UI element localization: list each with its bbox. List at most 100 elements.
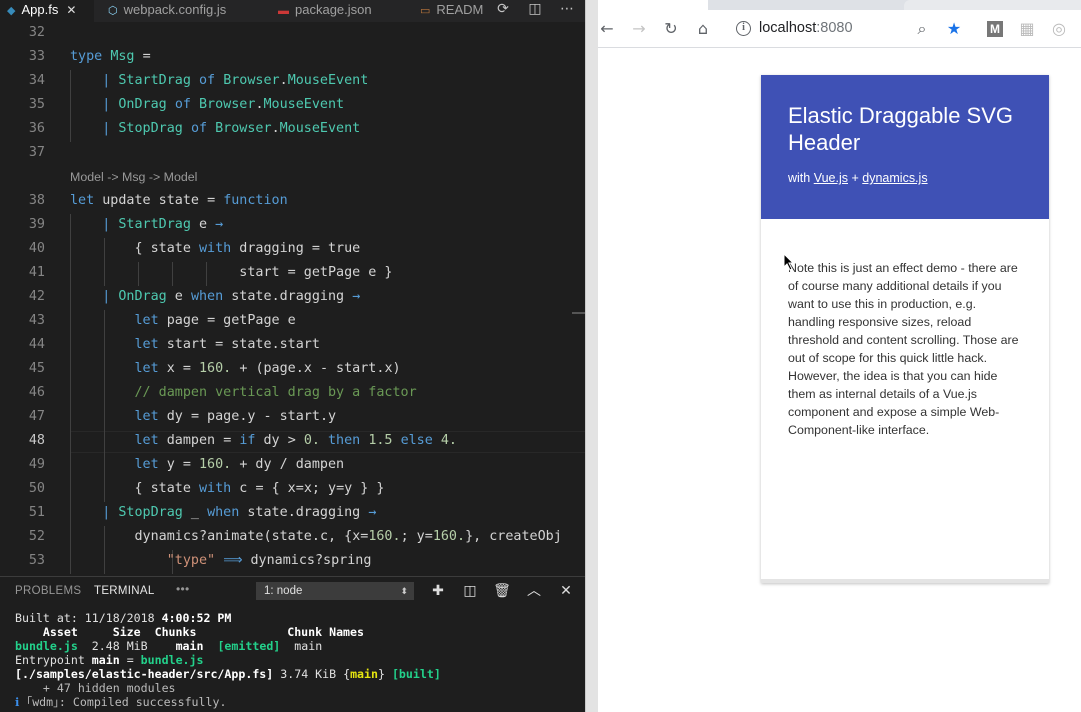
- browser-tab-strip: [598, 0, 1081, 10]
- tab-label: READM: [436, 2, 484, 17]
- terminal-line: bundle.js 2.48 MiB main [emitted] main: [15, 639, 585, 653]
- close-icon[interactable]: ✕: [66, 1, 76, 20]
- tab-problems[interactable]: PROBLEMS: [15, 585, 81, 597]
- terminal-line: Built at: 11/18/2018 4:00:52 PM: [15, 611, 585, 625]
- line-number: 37: [28, 145, 45, 160]
- line-number: 39: [28, 217, 45, 232]
- site-info-icon[interactable]: i: [736, 21, 751, 36]
- code-line: | OnDrag of Browser.MouseEvent: [102, 97, 345, 112]
- dynamicsjs-link[interactable]: dynamics.js: [862, 171, 927, 185]
- line-number: 47: [28, 409, 45, 424]
- open-changes-icon[interactable]: ⟳: [492, 0, 514, 20]
- terminal-text: [./samples/elastic-header/src/App.fs]: [15, 667, 274, 681]
- note-paragraph: Note this is just an effect demo - there…: [788, 261, 1019, 437]
- tab-webpack-config[interactable]: ⬡ webpack.config.js: [94, 0, 264, 22]
- add-terminal-icon[interactable]: ✚: [428, 581, 448, 601]
- code-line: | StopDrag _ when state.dragging →: [102, 505, 377, 520]
- line-number: 53: [28, 553, 45, 568]
- browser-tab-active[interactable]: [598, 0, 708, 10]
- code-line: | StartDrag of Browser.MouseEvent: [102, 73, 369, 88]
- terminal-select[interactable]: 1: node ⬍: [256, 582, 414, 600]
- extension-target-icon[interactable]: ◎: [1048, 18, 1070, 40]
- scrollbar-marker[interactable]: [572, 312, 585, 314]
- code-line: let start = state.start: [134, 337, 320, 352]
- terminal-text: ｢wdm｣: Compiled successfully.: [26, 695, 227, 709]
- extension-m-icon[interactable]: M: [984, 18, 1006, 40]
- forward-icon[interactable]: →: [628, 18, 650, 40]
- code-line: // dampen vertical drag by a factor: [70, 385, 417, 400]
- address-bar[interactable]: localhost:8080: [759, 20, 853, 36]
- line-number: 45: [28, 361, 45, 376]
- trash-icon[interactable]: 🗑: [492, 581, 512, 601]
- code-line: let update state = function: [70, 193, 288, 208]
- code-area[interactable]: 32 33 type Msg = 34 | StartDrag of Browser.…: [0, 22, 585, 574]
- terminal-text: bundle.js: [140, 653, 204, 667]
- split-editor-icon[interactable]: ◫: [524, 0, 546, 20]
- bookmark-star-icon[interactable]: ★: [943, 18, 965, 40]
- extension-grid-icon[interactable]: ▦: [1016, 18, 1038, 40]
- webpack-icon: ⬡: [108, 5, 118, 17]
- terminal-text: 2.48 MiB: [91, 639, 148, 653]
- tab-app-fs[interactable]: ◆ App.fs ✕: [0, 0, 94, 22]
- line-number: 50: [28, 481, 45, 496]
- chevron-up-icon[interactable]: ︿: [524, 581, 544, 601]
- elastic-header[interactable]: Elastic Draggable SVG Header with Vue.js…: [761, 75, 1049, 219]
- code-editor: ◆ App.fs ✕ ⬡ webpack.config.js ▬ package.jso…: [0, 0, 585, 712]
- mouse-cursor-icon: [783, 253, 795, 271]
- tab-label: App.fs: [21, 2, 59, 17]
- terminal-text: [emitted]: [217, 639, 281, 653]
- tab-readme[interactable]: ▭ READM: [412, 0, 488, 22]
- back-icon[interactable]: ←: [598, 18, 618, 40]
- tab-label: package.json: [295, 2, 372, 17]
- terminal-text: main: [175, 639, 204, 653]
- reload-icon[interactable]: ↻: [660, 18, 682, 40]
- browser-toolbar: ← → ↻ ⌂ i localhost:8080 ⌕ ★ M ▦ ◎: [598, 10, 1081, 48]
- terminal-output[interactable]: Built at: 11/18/2018 4:00:52 PM Asset Si…: [15, 611, 585, 709]
- line-number: 46: [28, 385, 45, 400]
- terminal-text: main: [294, 639, 323, 653]
- home-icon[interactable]: ⌂: [692, 18, 714, 40]
- split-terminal-icon[interactable]: ◫: [460, 581, 480, 601]
- code-line: "type" ⟹ dynamics?spring: [166, 553, 372, 568]
- browser-window: ← → ↻ ⌂ i localhost:8080 ⌕ ★ M ▦ ◎ Elast…: [598, 0, 1081, 712]
- bottom-panel: PROBLEMS TERMINAL ••• 1: node ⬍ ✚ ◫ 🗑 ︿ ✕…: [0, 576, 585, 712]
- vuejs-link[interactable]: Vue.js: [814, 171, 848, 185]
- tab-label: webpack.config.js: [123, 2, 227, 17]
- close-panel-icon[interactable]: ✕: [556, 581, 576, 601]
- markdown-icon: ▭: [420, 5, 431, 17]
- browser-tab[interactable]: [904, 0, 1081, 10]
- line-number: 43: [28, 313, 45, 328]
- demo-card: Elastic Draggable SVG Header with Vue.js…: [761, 75, 1049, 583]
- line-number: 52: [28, 529, 45, 544]
- url-host: localhost: [759, 20, 817, 36]
- code-line: | StartDrag e →: [102, 217, 224, 232]
- line-number: 38: [28, 193, 45, 208]
- code-line: let y = 160. + dy / dampen: [134, 457, 345, 472]
- code-line: type Msg =: [70, 49, 151, 64]
- line-number: 40: [28, 241, 45, 256]
- code-line: { state with dragging = true: [134, 241, 361, 256]
- tab-package-json[interactable]: ▬ package.json: [264, 0, 412, 22]
- code-line: let dy = page.y - start.y: [134, 409, 337, 424]
- terminal-select-value: 1: node: [264, 585, 303, 597]
- more-icon[interactable]: •••: [176, 582, 190, 596]
- terminal-text: main: [91, 653, 120, 667]
- terminal-line: + 47 hidden modules: [15, 681, 176, 695]
- code-line: | OnDrag e when state.dragging →: [102, 289, 361, 304]
- tab-terminal[interactable]: TERMINAL: [94, 585, 155, 597]
- info-icon: ℹ: [15, 695, 20, 709]
- line-number: 44: [28, 337, 45, 352]
- window-divider[interactable]: [585, 0, 598, 712]
- page-title: Elastic Draggable SVG Header: [788, 103, 1013, 155]
- line-number: 49: [28, 457, 45, 472]
- code-line: start = getPage e }: [70, 265, 393, 280]
- more-actions-icon[interactable]: ⋯: [556, 0, 578, 20]
- zoom-icon[interactable]: ⌕: [911, 18, 933, 40]
- page-subtitle: with Vue.js + dynamics.js: [788, 171, 928, 185]
- line-number: 48: [28, 433, 45, 448]
- terminal-text: main: [350, 667, 378, 681]
- code-line: let x = 160. + (page.x - start.x): [134, 361, 401, 376]
- line-number: 33: [28, 49, 45, 64]
- terminal-text: 3.74 KiB: [280, 667, 337, 681]
- subtitle-text: with: [788, 171, 811, 185]
